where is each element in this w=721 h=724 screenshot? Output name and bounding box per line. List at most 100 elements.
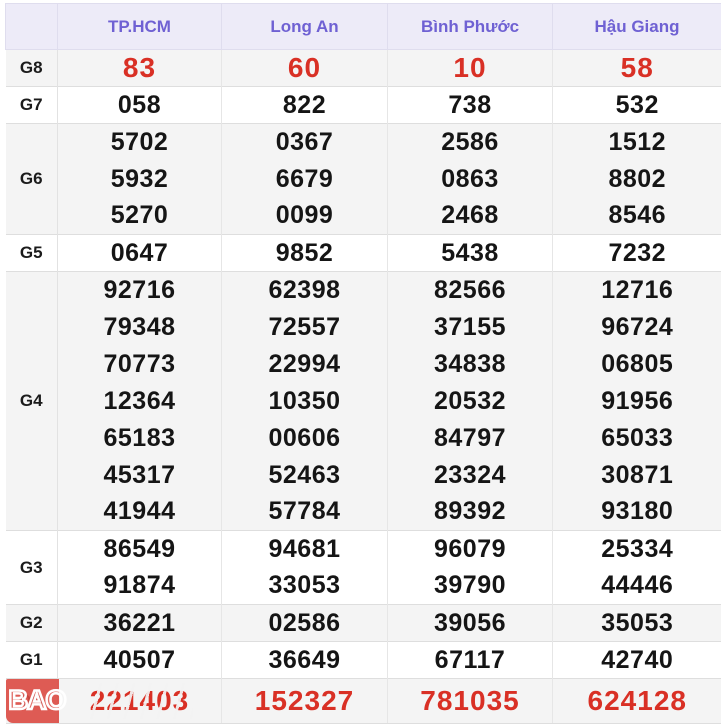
prize-value: 2586	[388, 124, 553, 161]
prize-value: 91956	[553, 383, 721, 420]
results-body: G883601058G7058822738532G657020367258615…	[6, 50, 721, 724]
prize-value: 52463	[222, 457, 388, 494]
prize-value: 79348	[58, 309, 222, 346]
prize-value: 8546	[553, 198, 721, 235]
prize-value: 822	[222, 87, 388, 124]
column-header-haugiang: Hậu Giang	[553, 4, 721, 50]
prize-value: 152327	[222, 679, 388, 724]
table-row: ĐBBAO221403152327781035624128	[6, 679, 721, 724]
prize-value: 7232	[553, 235, 721, 272]
prize-value: 35053	[553, 605, 721, 642]
prize-value: 02586	[222, 605, 388, 642]
prize-value: 20532	[388, 383, 553, 420]
prize-value: 86549	[58, 531, 222, 568]
prize-label-g6: G6	[6, 124, 58, 235]
table-row: 65183006068479765033	[6, 420, 721, 457]
prize-label-g2: G2	[6, 605, 58, 642]
prize-value: 39790	[388, 568, 553, 605]
prize-value: 44446	[553, 568, 721, 605]
prize-value: 82566	[388, 272, 553, 309]
prize-label-g7: G7	[6, 87, 58, 124]
prize-value: 624128	[553, 679, 721, 724]
lottery-results: TP.HCM Long An Bình Phước Hậu Giang G883…	[0, 0, 721, 724]
corner-cell	[6, 4, 58, 50]
table-row: 91874330533979044446	[6, 568, 721, 605]
prize-value: 00606	[222, 420, 388, 457]
prize-value: 67117	[388, 642, 553, 679]
table-row: G883601058	[6, 50, 721, 87]
prize-value: 72557	[222, 309, 388, 346]
prize-value: 9852	[222, 235, 388, 272]
prize-value: 10	[388, 50, 553, 87]
prize-value: 5932	[58, 161, 222, 198]
prize-value: 10350	[222, 383, 388, 420]
prize-value: 12716	[553, 272, 721, 309]
table-row: 70773229943483806805	[6, 346, 721, 383]
prize-value: 83	[58, 50, 222, 87]
prize-value: 0647	[58, 235, 222, 272]
prize-value: 2468	[388, 198, 553, 235]
prize-value: 37155	[388, 309, 553, 346]
table-row: G236221025863905635053	[6, 605, 721, 642]
prize-value: 36221	[58, 605, 222, 642]
column-header-longan: Long An	[222, 4, 388, 50]
table-row: 79348725573715596724	[6, 309, 721, 346]
table-row: G50647985254387232	[6, 235, 721, 272]
prize-value: 84797	[388, 420, 553, 457]
prize-label-g1: G1	[6, 642, 58, 679]
lottery-results-table: TP.HCM Long An Bình Phước Hậu Giang G883…	[5, 3, 721, 724]
prize-value: 5270	[58, 198, 222, 235]
prize-value: 0099	[222, 198, 388, 235]
prize-value: 39056	[388, 605, 553, 642]
prize-value: 70773	[58, 346, 222, 383]
prize-value: 058	[58, 87, 222, 124]
prize-value: 65033	[553, 420, 721, 457]
prize-value: 40507	[58, 642, 222, 679]
table-row: 5932667908638802	[6, 161, 721, 198]
prize-value: 89392	[388, 494, 553, 531]
table-row: 45317524632332430871	[6, 457, 721, 494]
prize-value: 1512	[553, 124, 721, 161]
prize-value: 781035	[388, 679, 553, 724]
prize-value: 58	[553, 50, 721, 87]
prize-value: 57784	[222, 494, 388, 531]
prize-value: 92716	[58, 272, 222, 309]
watermark-badge: BAO	[6, 679, 59, 723]
prize-value: 221403	[58, 679, 222, 724]
prize-value: 532	[553, 87, 721, 124]
table-row: G65702036725861512	[6, 124, 721, 161]
prize-label-g5: G5	[6, 235, 58, 272]
prize-value: 5438	[388, 235, 553, 272]
prize-value: 33053	[222, 568, 388, 605]
prize-value: 5702	[58, 124, 222, 161]
table-row: 12364103502053291956	[6, 383, 721, 420]
prize-value: 94681	[222, 531, 388, 568]
prize-value: 45317	[58, 457, 222, 494]
prize-value: 93180	[553, 494, 721, 531]
prize-value: 25334	[553, 531, 721, 568]
prize-value: 30871	[553, 457, 721, 494]
prize-value: 0863	[388, 161, 553, 198]
prize-value: 22994	[222, 346, 388, 383]
prize-value: 36649	[222, 642, 388, 679]
prize-value: 96724	[553, 309, 721, 346]
prize-label-g8: G8	[6, 50, 58, 87]
column-header-binhphuoc: Bình Phước	[388, 4, 553, 50]
prize-value: 34838	[388, 346, 553, 383]
table-row: G386549946819607925334	[6, 531, 721, 568]
prize-value: 91874	[58, 568, 222, 605]
prize-value: 06805	[553, 346, 721, 383]
prize-label-g4: G4	[6, 272, 58, 531]
prize-value: 96079	[388, 531, 553, 568]
prize-value: 6679	[222, 161, 388, 198]
prize-value: 23324	[388, 457, 553, 494]
prize-value: 0367	[222, 124, 388, 161]
table-row: 41944577848939293180	[6, 494, 721, 531]
prize-value: 65183	[58, 420, 222, 457]
prize-value: 12364	[58, 383, 222, 420]
prize-value: 738	[388, 87, 553, 124]
header-row: TP.HCM Long An Bình Phước Hậu Giang	[6, 4, 721, 50]
table-row: G7058822738532	[6, 87, 721, 124]
prize-value: 60	[222, 50, 388, 87]
prize-label-db: ĐBBAO	[6, 679, 58, 724]
